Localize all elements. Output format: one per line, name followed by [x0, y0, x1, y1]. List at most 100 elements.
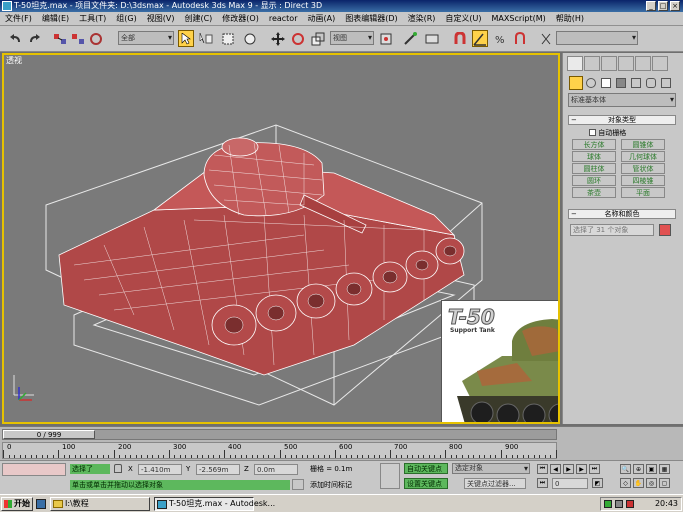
- perspective-viewport[interactable]: 透视 T-50 Support Tank: [2, 53, 560, 424]
- teapot-button[interactable]: 茶壶: [572, 187, 616, 198]
- modify-tab-icon[interactable]: [584, 56, 600, 71]
- object-name-field[interactable]: 选择了 31 个对象: [570, 224, 654, 236]
- pyramid-button[interactable]: 四棱锥: [621, 175, 665, 186]
- move-icon[interactable]: [270, 30, 286, 47]
- input-method-icon[interactable]: [626, 500, 634, 508]
- menu-item-7[interactable]: reactor: [264, 12, 303, 26]
- percent-snap-icon[interactable]: %: [492, 30, 508, 47]
- cameras-icon[interactable]: [616, 78, 626, 88]
- volume-icon[interactable]: [615, 500, 623, 508]
- menu-item-3[interactable]: 组(G): [111, 12, 141, 26]
- reference-coord-combo[interactable]: 视图: [330, 31, 374, 45]
- x-coordinate-field[interactable]: -1.410m: [138, 464, 182, 475]
- sphere-button[interactable]: 球体: [572, 151, 616, 162]
- geometry-icon[interactable]: [569, 76, 583, 90]
- viewport-label[interactable]: 透视: [6, 55, 22, 66]
- keyboard-shortcut-icon[interactable]: [424, 30, 440, 47]
- object-type-rollout[interactable]: − 对象类型: [568, 115, 676, 125]
- z-coordinate-field[interactable]: 0.0m: [254, 464, 298, 475]
- undo-icon[interactable]: [8, 30, 24, 47]
- spacewarps-icon[interactable]: [646, 78, 656, 88]
- helpers-icon[interactable]: [631, 78, 641, 88]
- snap-toggle-icon[interactable]: [452, 30, 468, 47]
- menu-item-0[interactable]: 文件(F): [0, 12, 37, 26]
- rotate-icon[interactable]: [290, 30, 306, 47]
- select-by-name-icon[interactable]: [198, 30, 214, 47]
- pivot-center-icon[interactable]: [378, 30, 394, 47]
- maximize-viewport-icon[interactable]: ▢: [659, 478, 670, 488]
- auto-key-button[interactable]: 自动关键点: [404, 463, 448, 474]
- menu-item-9[interactable]: 图表编辑器(D): [340, 12, 402, 26]
- cylinder-button[interactable]: 圆柱体: [572, 163, 616, 174]
- frame-ruler[interactable]: 0 100 200 300 400 500 600 700 800 900: [2, 442, 557, 459]
- quick-launch-desktop-icon[interactable]: [36, 499, 46, 509]
- key-mode-dropdown[interactable]: 选定对象: [452, 463, 530, 474]
- menu-item-8[interactable]: 动画(A): [302, 12, 340, 26]
- menu-item-10[interactable]: 渲染(R): [403, 12, 441, 26]
- create-tab-icon[interactable]: [567, 56, 583, 71]
- taskbar-folder-button[interactable]: I:\教程: [50, 497, 150, 511]
- cone-button[interactable]: 圆锥体: [621, 139, 665, 150]
- torus-button[interactable]: 圆环: [572, 175, 616, 186]
- named-selection-icon[interactable]: [538, 30, 554, 47]
- menu-item-13[interactable]: 帮助(H): [551, 12, 589, 26]
- category-dropdown[interactable]: 标准基本体: [568, 93, 676, 107]
- menu-item-6[interactable]: 修改器(O): [217, 12, 264, 26]
- lock-selection-icon[interactable]: [114, 464, 122, 473]
- menu-item-4[interactable]: 视图(V): [142, 12, 180, 26]
- object-color-swatch[interactable]: [659, 224, 671, 236]
- time-configuration-icon[interactable]: ◩: [592, 478, 603, 488]
- zoom-extents-icon[interactable]: ▣: [646, 464, 657, 474]
- go-to-start-icon[interactable]: ⏮: [537, 464, 548, 474]
- selection-filter-combo[interactable]: 全部: [118, 31, 174, 45]
- key-icon[interactable]: [380, 463, 400, 489]
- plane-button[interactable]: 平面: [621, 187, 665, 198]
- arc-rotate-icon[interactable]: ◎: [646, 478, 657, 488]
- close-button[interactable]: ×: [670, 1, 680, 11]
- taskbar-3dsmax-button[interactable]: T-50坦克.max - Autodesk...: [154, 497, 275, 511]
- angle-snap-icon[interactable]: [472, 30, 488, 47]
- select-link-icon[interactable]: [52, 30, 68, 47]
- display-tab-icon[interactable]: [635, 56, 651, 71]
- select-manipulate-icon[interactable]: [402, 30, 418, 47]
- bind-spacewarp-icon[interactable]: [88, 30, 104, 47]
- named-selection-combo[interactable]: [556, 31, 638, 45]
- utilities-tab-icon[interactable]: [652, 56, 668, 71]
- time-slider[interactable]: 0 / 999: [2, 429, 557, 440]
- select-object-icon[interactable]: [178, 30, 194, 47]
- current-frame-field[interactable]: 0: [552, 478, 588, 489]
- network-icon[interactable]: [604, 500, 612, 508]
- motion-tab-icon[interactable]: [618, 56, 634, 71]
- key-mode-toggle-icon[interactable]: ⏭: [537, 478, 548, 488]
- zoom-extents-all-icon[interactable]: ▦: [659, 464, 670, 474]
- menu-item-11[interactable]: 自定义(U): [440, 12, 486, 26]
- key-filters-button[interactable]: 关键点过滤器...: [464, 478, 526, 489]
- pan-icon[interactable]: ✋: [633, 478, 644, 488]
- autogrid-checkbox[interactable]: 自动栅格: [589, 128, 669, 138]
- maxscript-listener-field[interactable]: [2, 463, 66, 476]
- zoom-icon[interactable]: 🔍: [620, 464, 631, 474]
- time-slider-thumb[interactable]: 0 / 999: [3, 430, 95, 439]
- play-icon[interactable]: ▶: [563, 464, 574, 474]
- shapes-icon[interactable]: [586, 78, 596, 88]
- geosphere-button[interactable]: 几何球体: [621, 151, 665, 162]
- next-frame-icon[interactable]: ▶: [576, 464, 587, 474]
- systems-icon[interactable]: [661, 78, 671, 88]
- menu-item-1[interactable]: 编辑(E): [37, 12, 74, 26]
- add-time-tag-icon[interactable]: [292, 479, 304, 490]
- lights-icon[interactable]: [601, 78, 611, 88]
- set-key-button[interactable]: 设置关键点: [404, 478, 448, 489]
- field-of-view-icon[interactable]: ◇: [620, 478, 631, 488]
- maximize-button[interactable]: □: [658, 1, 668, 11]
- rect-selection-icon[interactable]: [220, 30, 236, 47]
- menu-item-5[interactable]: 创建(C): [179, 12, 217, 26]
- minimize-button[interactable]: _: [646, 1, 656, 11]
- tube-button[interactable]: 管状体: [621, 163, 665, 174]
- go-to-end-icon[interactable]: ⏭: [589, 464, 600, 474]
- scale-icon[interactable]: [310, 30, 326, 47]
- spinner-snap-icon[interactable]: [512, 30, 528, 47]
- autogrid-check-icon[interactable]: [589, 129, 596, 136]
- unlink-icon[interactable]: [70, 30, 86, 47]
- start-button[interactable]: 开始: [1, 497, 33, 511]
- window-crossing-icon[interactable]: [242, 30, 258, 47]
